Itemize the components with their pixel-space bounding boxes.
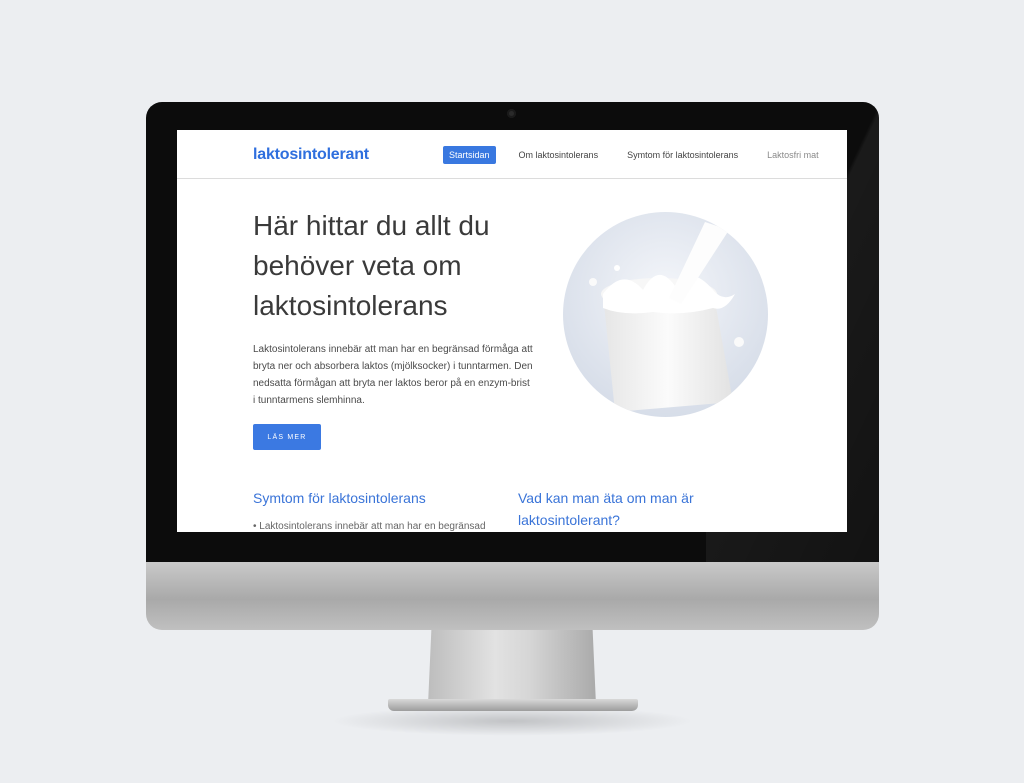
site-header: laktosintolerant Startsidan Om laktosint… — [177, 130, 847, 179]
nav-item-om-laktosintolerans[interactable]: Om laktosintolerans — [513, 146, 605, 164]
nav-item-symtom[interactable]: Symtom för laktosintolerans — [621, 146, 744, 164]
nav-item-startsidan[interactable]: Startsidan — [443, 146, 496, 164]
monitor-bezel: laktosintolerant Startsidan Om laktosint… — [146, 102, 879, 562]
hero-title: Här hittar du allt du behöver veta om la… — [253, 210, 490, 321]
section-title-symptoms: Symtom för laktosintolerans — [253, 490, 426, 506]
monitor-stand — [428, 630, 596, 705]
imac-mockup: laktosintolerant Startsidan Om laktosint… — [0, 0, 1024, 783]
camera-icon — [507, 109, 516, 118]
nav-item-laktosfri-mat[interactable]: Laktosfri mat — [761, 146, 825, 164]
monitor-chin — [146, 562, 879, 630]
main-nav: Startsidan Om laktosintolerans Symtom fö… — [443, 146, 842, 164]
read-more-button[interactable]: LÄS MER — [253, 424, 321, 450]
hero-text: Laktosintolerans innebär att man har en … — [253, 344, 533, 406]
section-title-food: Vad kan man äta om man är laktosintolera… — [518, 490, 694, 528]
milk-glass-image — [563, 212, 768, 417]
symptoms-list-item: • Laktosintolerans innebär att man har e… — [253, 521, 486, 532]
website-screen: laktosintolerant Startsidan Om laktosint… — [177, 130, 847, 532]
monitor-base — [388, 699, 638, 711]
site-logo[interactable]: laktosintolerant — [253, 146, 369, 164]
